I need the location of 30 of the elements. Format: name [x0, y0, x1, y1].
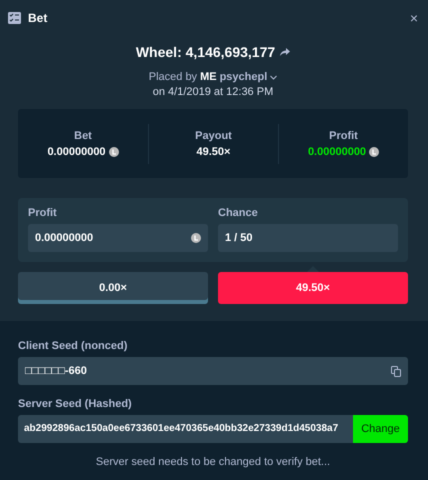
stat-label: Bet: [74, 130, 92, 142]
list-icon: [8, 12, 21, 24]
field-label: Chance: [218, 207, 259, 219]
stat-value: 0.00000000: [308, 146, 366, 158]
copy-icon[interactable]: [391, 366, 401, 376]
share-icon[interactable]: [280, 48, 290, 56]
notice-text: Server seed needs to be changed to verify bet...: [94, 456, 332, 468]
input-field[interactable]: 0.00000000: [28, 224, 208, 252]
stat-value: 0.00000000: [47, 146, 106, 158]
stat-label: Payout: [195, 130, 232, 142]
bet-date: on 4/1/2019 at 12:36 PM: [152, 86, 274, 98]
user-label: ME: [200, 71, 217, 83]
field-label: Profit: [28, 207, 58, 219]
close-button[interactable]: ×: [410, 10, 418, 26]
selection-pointer: [307, 266, 319, 272]
multiplier-button[interactable]: 49.50×: [218, 272, 408, 304]
chevron-down-icon[interactable]: [270, 74, 278, 80]
game-title: Wheel: 4,146,693,177: [136, 44, 276, 60]
field-label: Client Seed (nonced): [18, 340, 128, 352]
multiplier-button[interactable]: 0.00×: [18, 272, 208, 304]
field-label: Server Seed (Hashed): [18, 398, 133, 410]
change-button[interactable]: Change: [353, 415, 408, 443]
stat-value: 49.50×: [196, 146, 230, 158]
stat-label: Profit: [329, 130, 358, 142]
input-field[interactable]: 1 / 50: [218, 224, 398, 252]
username-link[interactable]: psychepl: [220, 71, 268, 83]
input-field[interactable]: □□□□□□-660: [18, 357, 408, 385]
input-field[interactable]: ab2992896ac150a0ee6733601ee470365e40bb32e27339d1d45038a7: [18, 415, 353, 443]
window-title: Bet: [28, 10, 48, 24]
placed-by-text: Placed by: [148, 71, 198, 83]
